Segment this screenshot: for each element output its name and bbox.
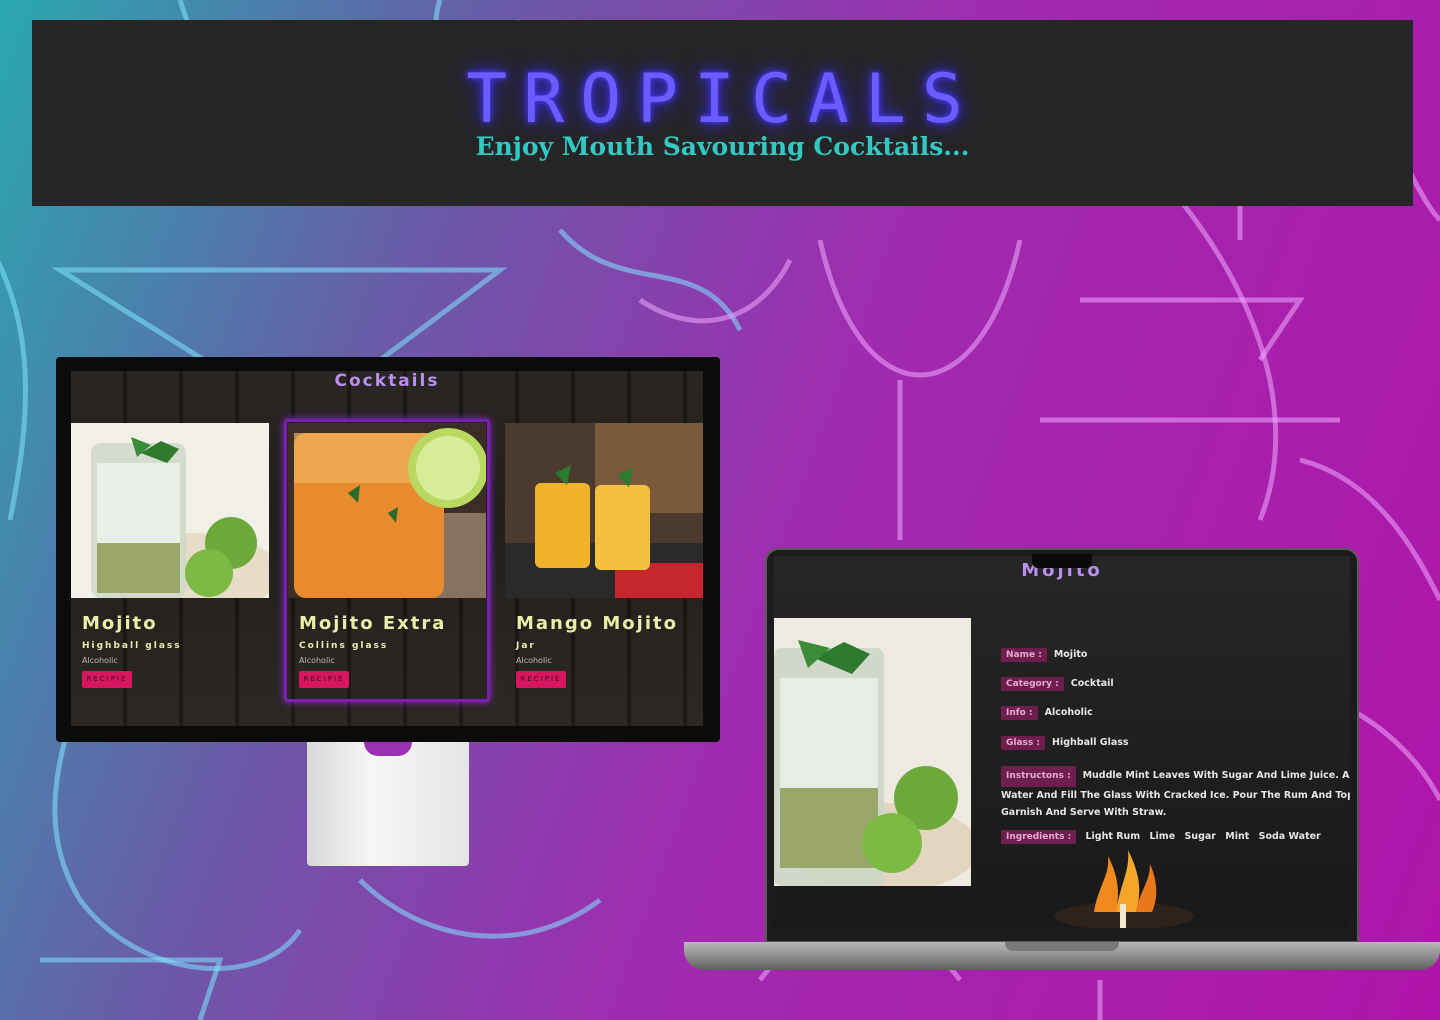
cocktails-page: Cocktails Mojito Highball glass Alcoholi <box>71 371 703 726</box>
ingredients-label: Ingredients : <box>1001 830 1077 844</box>
instructions-label: Instructons : <box>1001 766 1076 787</box>
monitor-stand-hinge <box>364 742 412 756</box>
header-banner: TROPICALS Enjoy Mouth Savouring Cocktail… <box>32 20 1413 206</box>
detail-ingredients-row: Ingredients : Light Rum Lime Sugar Mint … <box>1001 830 1327 844</box>
laptop-notch <box>1032 554 1092 568</box>
recipe-button[interactable]: RECIPIE <box>516 671 566 688</box>
instructions-line: Garnish And Serve With Straw. <box>1001 807 1167 818</box>
detail-glass-row: Glass : Highball Glass <box>1001 736 1129 750</box>
ingredient-item: Sugar <box>1184 831 1216 842</box>
cocktail-image <box>71 423 269 598</box>
cocktail-detail-image <box>774 618 971 886</box>
cocktail-image <box>505 423 703 598</box>
info-value: Alcoholic <box>1044 707 1093 718</box>
cocktail-type: Alcoholic <box>516 656 552 665</box>
cocktail-card-selected[interactable]: Mojito Extra Collins glass Alcoholic REC… <box>284 419 490 702</box>
desktop-monitor: Cocktails Mojito Highball glass Alcoholi <box>56 357 720 742</box>
cocktail-card[interactable]: Mango Mojito Jar Alcoholic RECIPIE <box>505 423 703 688</box>
cocktail-name: Mango Mojito <box>516 613 678 634</box>
monitor-stand <box>307 742 469 866</box>
detail-name-row: Name : Mojito <box>1001 648 1087 662</box>
cocktail-image <box>288 423 486 598</box>
ingredient-item: Mint <box>1225 831 1250 842</box>
cocktail-card[interactable]: Mojito Highball glass Alcoholic RECIPIE <box>71 423 269 688</box>
ingredient-item: Lime <box>1149 831 1176 842</box>
fire-background-decoration <box>1054 850 1194 928</box>
ingredient-item: Soda Water <box>1258 831 1321 842</box>
detail-category-row: Category : Cocktail <box>1001 677 1114 691</box>
instructions-line: Muddle Mint Leaves With Sugar And Lime J… <box>1082 770 1350 781</box>
glass-value: Highball Glass <box>1052 737 1129 748</box>
laptop-opening-groove <box>1005 942 1119 951</box>
recipe-button[interactable]: RECIPIE <box>82 671 132 688</box>
cocktail-type: Alcoholic <box>299 656 335 665</box>
category-label: Category : <box>1001 677 1064 691</box>
detail-info-row: Info : Alcoholic <box>1001 706 1093 720</box>
recipe-button[interactable]: RECIPIE <box>299 671 349 688</box>
glass-label: Glass : <box>1001 736 1045 750</box>
cocktail-name: Mojito <box>82 613 158 634</box>
brand-logo: TROPICALS <box>466 60 979 139</box>
cocktail-type: Alcoholic <box>82 656 118 665</box>
name-value: Mojito <box>1053 649 1088 660</box>
cocktail-glass: Jar <box>516 641 536 651</box>
name-label: Name : <box>1001 648 1047 662</box>
info-label: Info : <box>1001 706 1038 720</box>
tagline: Enjoy Mouth Savouring Cocktails... <box>475 132 970 161</box>
detail-instructions: Instructons : Muddle Mint Leaves With Sug… <box>1001 766 1350 821</box>
cocktail-glass: Highball glass <box>82 641 182 651</box>
instructions-line: Water And Fill The Glass With Cracked Ic… <box>1001 790 1350 801</box>
cocktail-glass: Collins glass <box>299 641 389 651</box>
ingredient-item: Light Rum <box>1085 831 1141 842</box>
section-title: Cocktails <box>334 371 440 391</box>
category-value: Cocktail <box>1070 678 1114 689</box>
cocktail-detail-page: Mojito Name : Mojito Category : Cocktail I… <box>774 556 1350 928</box>
cocktail-name: Mojito Extra <box>299 613 447 634</box>
